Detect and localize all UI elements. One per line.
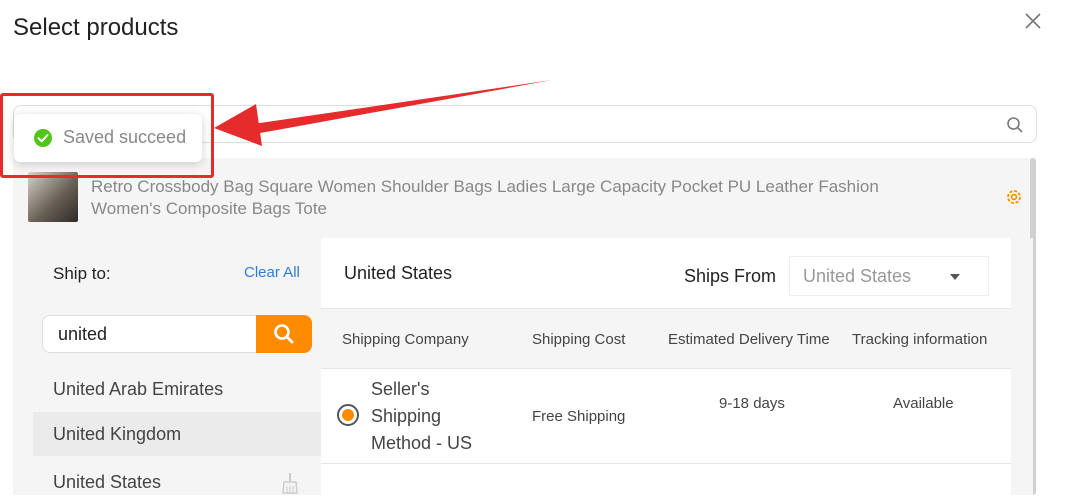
- selected-country-title: United States: [344, 263, 453, 283]
- column-header: Tracking information: [852, 331, 988, 348]
- delivery-time: 9-18 days: [719, 395, 785, 412]
- shipping-method-radio[interactable]: [337, 404, 359, 426]
- shipping-cost: Free Shipping: [532, 408, 626, 425]
- ships-from-value: United States: [803, 266, 912, 286]
- ships-from-select[interactable]: United States: [789, 256, 989, 296]
- gear-icon[interactable]: [1005, 188, 1023, 206]
- broom-icon: [282, 473, 298, 494]
- search-icon[interactable]: [1006, 116, 1024, 134]
- shipping-company: Seller's Shipping Method - US: [371, 379, 473, 453]
- column-header: Estimated Delivery Time: [668, 331, 830, 348]
- ship-to-label: Ship to:: [53, 264, 111, 283]
- search-icon: [274, 324, 294, 344]
- tracking-info: Available: [893, 395, 954, 412]
- country-search-input[interactable]: united: [42, 315, 256, 353]
- close-icon[interactable]: [1022, 10, 1044, 32]
- clear-all-link[interactable]: Clear All: [244, 264, 300, 281]
- country-item[interactable]: United Arab Emirates: [33, 367, 321, 411]
- country-item[interactable]: United Kingdom: [33, 412, 321, 456]
- product-thumbnail: [28, 172, 78, 222]
- product-name: Retro Crossbody Bag Square Women Shoulde…: [91, 177, 879, 218]
- column-header: Shipping Company: [342, 331, 469, 348]
- country-item[interactable]: United States: [33, 460, 321, 504]
- ships-from-label: Ships From: [684, 266, 777, 286]
- highlight-box: [0, 93, 214, 178]
- shipping-table-header: Shipping Company Shipping Cost Estimated…: [321, 308, 1011, 369]
- caret-down-icon: [950, 274, 960, 280]
- radio-dot: [342, 409, 354, 421]
- column-header: Shipping Cost: [532, 331, 626, 348]
- annotation-arrow: [214, 80, 552, 146]
- dialog-title: Select products: [13, 14, 179, 41]
- row-divider: [321, 463, 1011, 464]
- country-search-button[interactable]: [256, 315, 312, 353]
